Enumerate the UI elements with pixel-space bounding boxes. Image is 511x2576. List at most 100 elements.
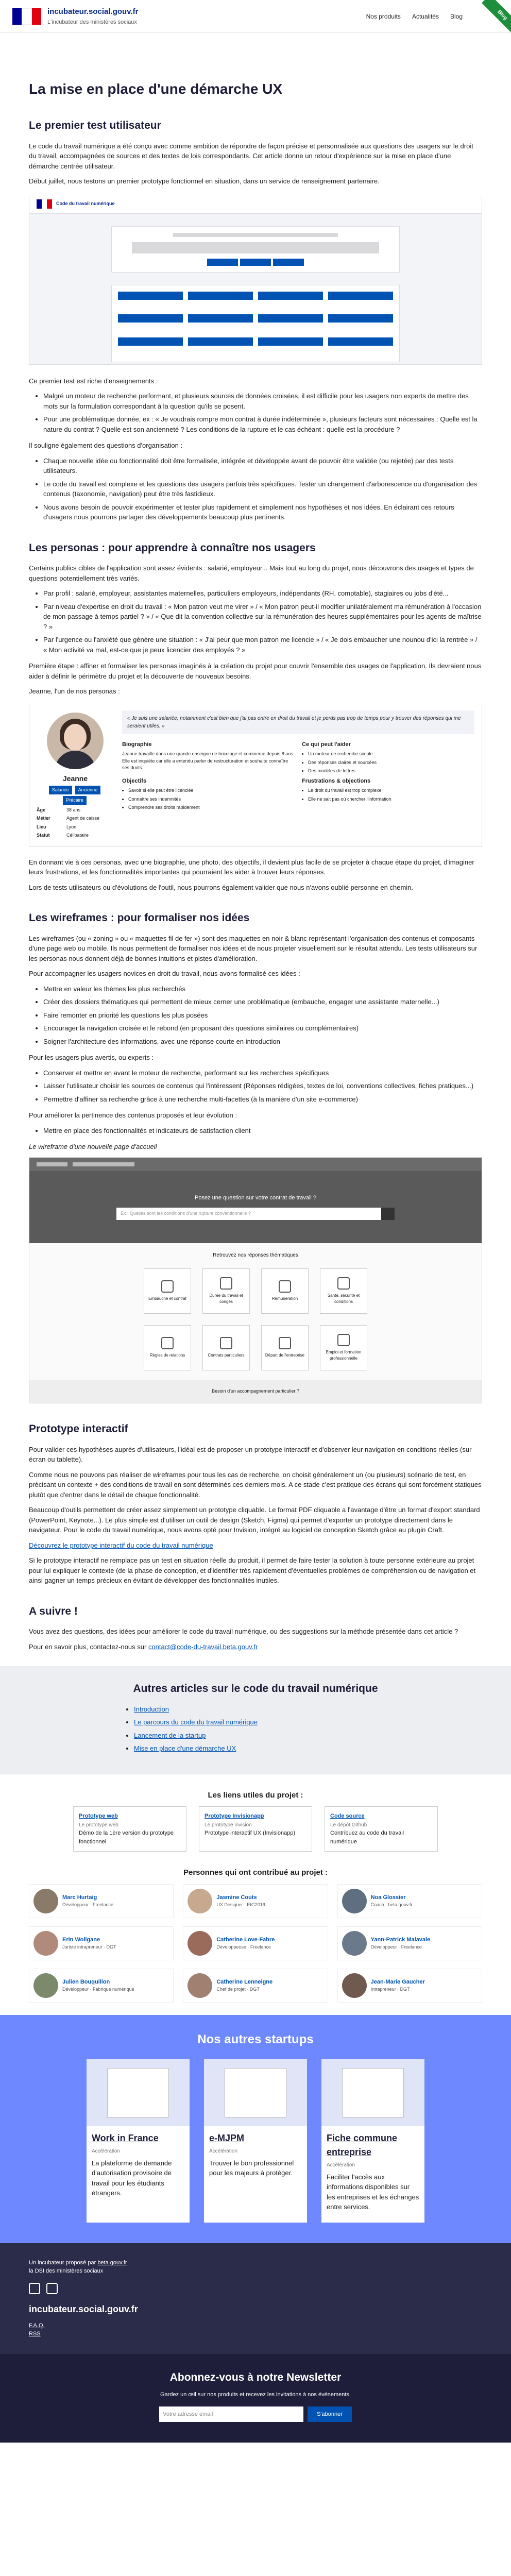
wire-tile: Emploi et formation professionnelle	[320, 1325, 367, 1370]
marianne-logo-icon[interactable]	[12, 8, 41, 25]
contact-email-link[interactable]: contact@code-du-travail.beta.gouv.fr	[148, 1643, 258, 1651]
list-item: Mettre en place des fonctionnalités et i…	[43, 1126, 482, 1136]
contributor-card[interactable]: Julien Bouquillon Développeur · Fabrique …	[29, 1968, 174, 2003]
other-startups: Nos autres startups Work in France Accélé…	[0, 2014, 511, 2243]
contributor-name[interactable]: Noa Glossier	[371, 1893, 413, 1902]
wireframe-caption: Le wireframe d'une nouvelle page d'accue…	[29, 1143, 157, 1150]
nav-products[interactable]: Nos produits	[366, 12, 401, 21]
mail-icon[interactable]	[46, 2282, 58, 2294]
wire-tiles-title: Retrouvez nos réponses thématiques	[213, 1252, 298, 1258]
contributors-title: Personnes qui ont contribué au projet :	[183, 1868, 328, 1877]
contributor-role: Chef de projet · DGT	[216, 1987, 260, 1992]
tool-card[interactable]: Prototype web Le prototype web Démo de la …	[73, 1806, 186, 1852]
contributor-name[interactable]: Yann-Patrick Malavale	[371, 1936, 431, 1944]
contributor-name[interactable]: Jean-Marie Gaucher	[371, 1978, 425, 1987]
tool-card-title[interactable]: Prototype Invisionapp	[205, 1812, 306, 1821]
brand-subtitle: L'incubateur des ministères sociaux	[47, 19, 137, 25]
avatar	[33, 1973, 58, 1998]
contributor-card[interactable]: Catherine Lenneigne Chef de projet · DGT	[183, 1968, 328, 2003]
tool-card-title[interactable]: Code source	[330, 1812, 432, 1821]
contributor-card[interactable]: Noa Glossier Coach · beta.gouv.fr	[337, 1884, 482, 1918]
startup-name[interactable]: e-MJPM	[209, 2131, 302, 2145]
tile-label: Durée du travail et congés	[209, 1293, 243, 1304]
tool-card[interactable]: Prototype Invisionapp Le prototype invisi…	[199, 1806, 312, 1852]
contributor-card[interactable]: Erin Wollgane Juriste intrapreneur · DGT	[29, 1926, 174, 1960]
list-item: Conserver et mettre en avant le moteur d…	[43, 1068, 482, 1078]
list-item: Faire remonter en priorité les questions…	[43, 1010, 482, 1021]
tool-card-sub: Le prototype invision	[205, 1822, 252, 1828]
tool-card-desc: Contribuez au code du travail numérique	[330, 1830, 404, 1845]
startup-card[interactable]: Work in France Accélération La plateforme …	[87, 2059, 190, 2223]
footer-title: incubateur.social.gouv.fr	[29, 2303, 138, 2314]
tile-label: Embauche et contrat	[148, 1296, 186, 1301]
list-item: Par profil : salarié, employeur, assista…	[43, 588, 482, 599]
startup-card[interactable]: e-MJPM Accélération Trouver le bon profess…	[204, 2059, 307, 2223]
avatar	[188, 1888, 213, 1913]
brand-title[interactable]: incubateur.social.gouv.fr	[47, 6, 138, 18]
startup-name[interactable]: Fiche commune entreprise	[327, 2131, 419, 2159]
contributor-card[interactable]: Catherine Love-Fabre Développeuse · Freel…	[183, 1926, 328, 1960]
contributor-card[interactable]: Marc Hurtaig Développeur · Freelance	[29, 1884, 174, 1918]
list-item: Des modèles de lettres	[308, 768, 474, 775]
paragraph: Pour améliorer la pertinence des contenu…	[29, 1111, 237, 1119]
contributor-name[interactable]: Erin Wollgane	[62, 1936, 116, 1944]
tile-label: Emploi et formation professionnelle	[326, 1349, 362, 1361]
more-articles: Autres articles sur le code du travail n…	[0, 1666, 511, 1774]
theme-icon	[337, 1333, 350, 1346]
contributor-name[interactable]: Marc Hurtaig	[62, 1893, 113, 1902]
startup-screenshot	[87, 2059, 190, 2126]
contributor-name[interactable]: Jasmine Couts	[216, 1893, 265, 1902]
faq-link[interactable]: F.A.Q.	[29, 2323, 45, 2329]
prototype-link[interactable]: Découvrez le prototype interactif du cod…	[29, 1541, 213, 1549]
contributor-card[interactable]: Jean-Marie Gaucher Intrapreneur · DGT	[337, 1968, 482, 2003]
more-article-link[interactable]: Lancement de la startup	[134, 1732, 206, 1739]
github-icon[interactable]	[29, 2282, 40, 2294]
theme-icon	[161, 1336, 174, 1349]
more-article-link[interactable]: Introduction	[134, 1705, 169, 1713]
persona-tag: Ancienne	[75, 785, 101, 794]
contributor-name[interactable]: Catherine Lenneigne	[216, 1978, 272, 1987]
startup-desc: La plateforme de demande d'autorisation …	[92, 2159, 172, 2197]
newsletter: Abonnez-vous à notre Newsletter Gardez u…	[0, 2353, 511, 2443]
paragraph: Si le prototype interactif ne remplace p…	[29, 1556, 476, 1584]
list-item: Des réponses claires et sourcées	[308, 759, 474, 767]
contact-text: Pour en savoir plus, contactez-nous sur	[29, 1642, 148, 1651]
paragraph: Pour accompagner les usagers novices en …	[29, 970, 300, 977]
contributor-role: Développeur · Fabrique numérique	[62, 1987, 134, 1992]
list-item: Permettre d'affiner sa recherche grâce à…	[43, 1094, 482, 1105]
startup-name[interactable]: Work in France	[92, 2131, 184, 2145]
paragraph: En donnant vie à ces personas, avec une …	[29, 858, 474, 876]
more-article-link[interactable]: Le parcours du code du travail numérique	[134, 1718, 258, 1726]
persona-name: Jeanne	[62, 774, 88, 783]
more-article-link[interactable]: Mise en place d'une démarche UX	[134, 1744, 236, 1752]
nav-blog[interactable]: Blog	[450, 12, 463, 21]
contributor-name[interactable]: Catherine Love-Fabre	[216, 1936, 275, 1944]
bullet-list: Mettre en valeur les thèmes les plus rec…	[43, 984, 482, 1047]
startup-screenshot	[321, 2059, 424, 2126]
newsletter-email-input[interactable]: Votre adresse email	[159, 2406, 304, 2422]
persona-caption: Jeanne, l'un de nos personas :	[29, 687, 120, 695]
bullet-list: Mettre en place des fonctionnalités et i…	[43, 1126, 482, 1136]
list-item: Créer des dossiers thématiques qui perme…	[43, 997, 482, 1007]
startup-screenshot	[204, 2059, 307, 2126]
rss-link[interactable]: RSS	[29, 2331, 41, 2337]
contributor-card[interactable]: Jasmine Couts UX Designer · EIG2019	[183, 1884, 328, 1918]
tool-card-title[interactable]: Prototype web	[79, 1812, 181, 1821]
avatar	[33, 1888, 58, 1913]
beta-link[interactable]: beta.gouv.fr	[97, 2260, 127, 2266]
startup-card[interactable]: Fiche commune entreprise Accélération Faci…	[321, 2059, 424, 2223]
startup-desc: Trouver le bon professionnel pour les ma…	[209, 2159, 294, 2177]
avatar	[33, 1930, 58, 1956]
tool-card[interactable]: Code source Le dépôt Github Contribuez au …	[325, 1806, 438, 1852]
contributor-name[interactable]: Julien Bouquillon	[62, 1978, 134, 1987]
theme-icon	[279, 1336, 291, 1349]
paragraph: Les wireframes (ou « zoning » ou « maque…	[29, 934, 478, 962]
section-title-prototype: Prototype interactif	[29, 1423, 128, 1435]
contributor-card[interactable]: Yann-Patrick Malavale Développeur · Freel…	[337, 1926, 482, 1960]
wire-tile: Durée du travail et congés	[202, 1268, 250, 1314]
paragraph: Pour les usagers plus avertis, ou expert…	[29, 1054, 154, 1061]
newsletter-subscribe-button[interactable]: S'abonner	[308, 2406, 352, 2422]
kv-key: Métier	[37, 816, 50, 821]
nav-news[interactable]: Actualités	[412, 12, 439, 21]
section-title-follow: A suivre !	[29, 1605, 78, 1617]
